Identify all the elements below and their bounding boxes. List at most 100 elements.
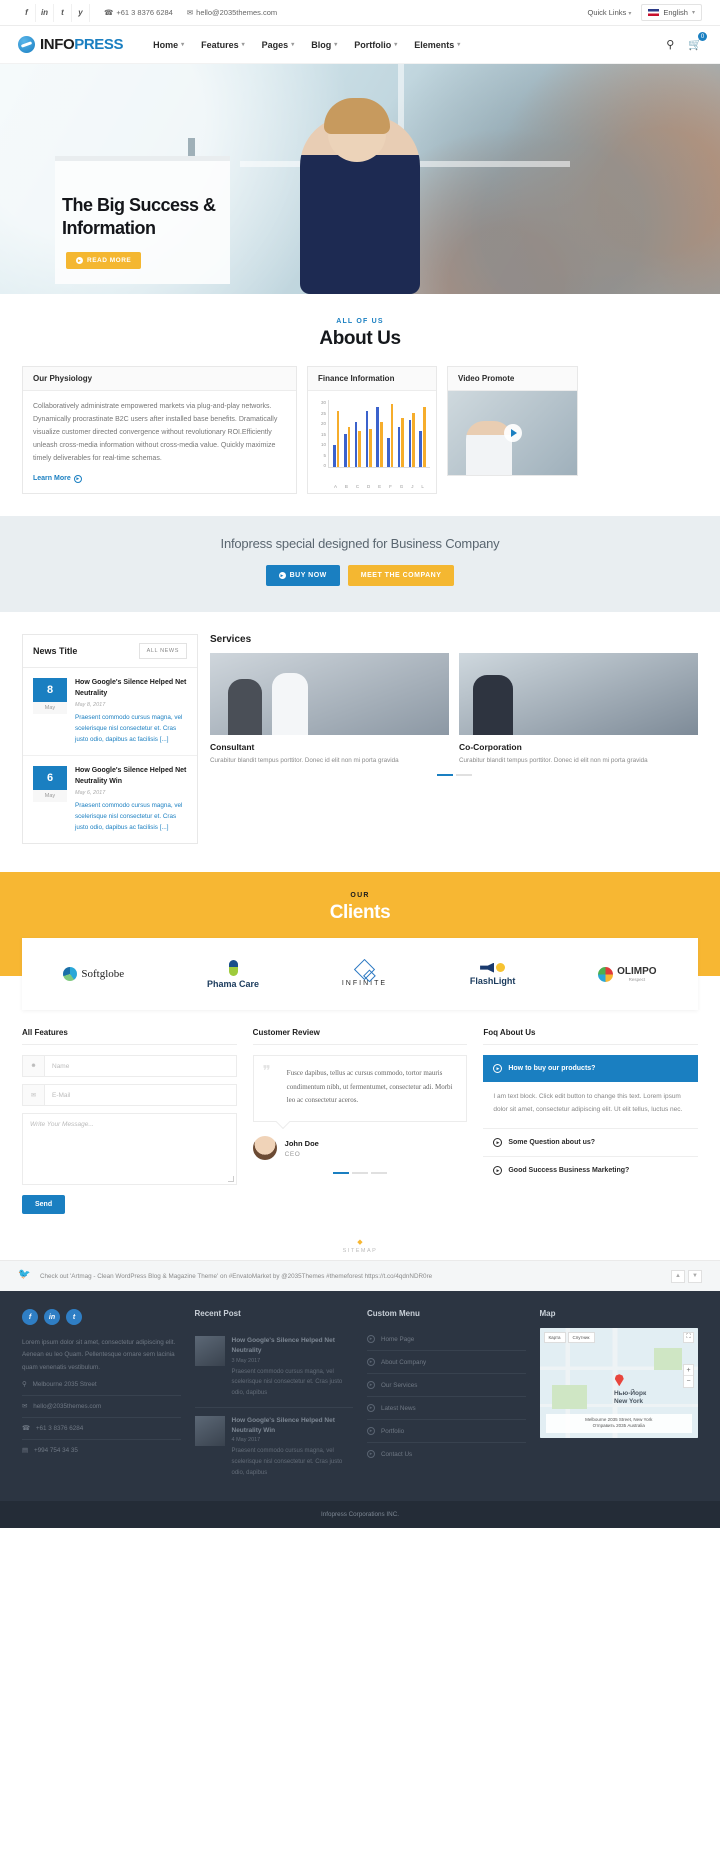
email-field[interactable]: ✉ E-Mail <box>22 1084 237 1107</box>
news-date: May 8, 2017 <box>75 702 106 708</box>
email-address: hello@2035themes.com <box>196 8 278 17</box>
chart-bar-group <box>376 400 383 467</box>
site-logo[interactable]: INFOPRESS <box>18 36 123 53</box>
news-headline[interactable]: How Google's Silence Helped Net Neutrali… <box>75 678 187 699</box>
carousel-dot-2[interactable] <box>352 1172 368 1175</box>
nav-item-portfolio[interactable]: Portfolio ▾ <box>354 40 397 50</box>
news-item[interactable]: 6 May How Google's Silence Helped Net Ne… <box>23 756 197 843</box>
quote-tail <box>275 1114 290 1130</box>
tweet-prev-button[interactable]: ▲ <box>671 1269 685 1283</box>
review-author-role: CEO <box>284 1150 301 1158</box>
footer-about-text: Lorem ipsum dolor sit amet, consectetur … <box>22 1339 176 1371</box>
footer-news-body: Praesent commodo cursus magna, vel scele… <box>231 1448 343 1477</box>
customer-review-heading: Customer Review <box>252 1028 468 1046</box>
linkedin-icon[interactable]: in <box>36 3 54 22</box>
language-label: English <box>663 8 688 17</box>
footer-menu-column: Custom Menu ▸ Home Page ▸ About Company ▸ O… <box>367 1309 526 1487</box>
instagram-icon[interactable]: in <box>44 1309 60 1326</box>
footer-menu-item[interactable]: ▸ Our Services <box>367 1374 526 1398</box>
all-news-button[interactable]: ALL NEWS <box>138 643 187 659</box>
message-textarea[interactable]: Write Your Message... <box>22 1113 237 1186</box>
video-thumbnail[interactable] <box>448 391 577 475</box>
carousel-dot-1[interactable] <box>436 774 453 777</box>
learn-more-link[interactable]: Learn More ▸ <box>33 474 286 483</box>
map-zoom-in-button[interactable]: + <box>684 1365 693 1377</box>
faq-item[interactable]: ▸ Some Question about us? <box>483 1129 699 1158</box>
footer-news-item[interactable]: How Google's Silence Helped Net Neutrali… <box>194 1328 353 1408</box>
buy-now-button[interactable]: ▸ BUY NOW <box>265 565 340 586</box>
footer-menu-item[interactable]: ▸ Home Page <box>367 1328 526 1352</box>
chart-bar <box>369 429 372 467</box>
message-placeholder: Write Your Message... <box>30 1121 94 1129</box>
chart-bar-group <box>344 400 351 467</box>
news-more-link[interactable]: [...] <box>160 736 169 743</box>
carousel-dot-2[interactable] <box>455 774 472 777</box>
map-city-label: Нью-Йорк New York <box>613 1389 647 1405</box>
read-more-button[interactable]: ▸ READ MORE <box>66 252 142 269</box>
chart-y-tick: 10 <box>320 442 326 447</box>
twitter-icon[interactable]: t <box>54 3 72 22</box>
globe-icon <box>63 967 78 982</box>
send-button[interactable]: Send <box>22 1195 66 1215</box>
footer-contact-text: +994 754 34 35 <box>33 1446 78 1454</box>
footer-menu-item[interactable]: ▸ Contact Us <box>367 1443 526 1465</box>
news-date: May 6, 2017 <box>75 790 106 797</box>
email-input[interactable]: E-Mail <box>45 1092 236 1099</box>
name-field[interactable]: ☻ Name <box>22 1055 237 1078</box>
sitemap-label[interactable]: SITEMAP <box>0 1248 720 1254</box>
hero-banner: The Big Success & Information ▸ READ MOR… <box>0 64 720 294</box>
footer-news-item[interactable]: How Google's Silence Helped Net Neutrali… <box>194 1408 354 1487</box>
meet-company-button[interactable]: MEET THE COMPANY <box>347 565 455 586</box>
page-root: f in t y ☎ +61 3 8376 6284 ✉ hello@2035t… <box>0 0 720 1528</box>
map-tab-map[interactable]: Карта <box>543 1332 566 1344</box>
youtube-icon[interactable]: y <box>72 3 90 22</box>
hero-person-photo <box>300 98 420 294</box>
about-eyebrow: ALL OF US <box>336 318 384 325</box>
nav-item-elements[interactable]: Elements ▾ <box>414 40 460 50</box>
footer-menu-item[interactable]: ▸ Portfolio <box>367 1420 526 1444</box>
map-fullscreen-button[interactable]: ⛶ <box>683 1332 694 1344</box>
carousel-dot-1[interactable] <box>333 1172 349 1175</box>
faq-item-open[interactable]: ▸ How to buy our products? <box>483 1055 699 1083</box>
name-input[interactable]: Name <box>45 1063 236 1070</box>
client-logo-infinite[interactable]: INFINITE <box>342 958 387 987</box>
client-logo-olimpo[interactable]: OLIMPO Respect <box>598 966 657 983</box>
facebook-icon[interactable]: f <box>18 3 36 22</box>
faq-item[interactable]: ▸ Good Success Business Marketing? <box>483 1157 698 1184</box>
map-tab-satellite[interactable]: Спутник <box>567 1332 595 1344</box>
carousel-dot-3[interactable] <box>371 1172 387 1175</box>
review-author-name: John Doe <box>284 1138 319 1148</box>
client-subtitle: Respect <box>628 977 646 983</box>
client-logo-phamacare[interactable]: Phama Care <box>207 959 259 989</box>
nav-item-pages[interactable]: Pages ▾ <box>262 40 295 50</box>
language-selector[interactable]: English ▾ <box>641 4 702 21</box>
news-headline[interactable]: How Google's Silence Helped Net Neutrali… <box>75 766 187 787</box>
cart-button[interactable]: 🛒 0 <box>688 32 707 51</box>
footer-menu-item[interactable]: ▸ About Company <box>367 1351 526 1375</box>
search-icon[interactable]: ⚲ <box>666 38 674 51</box>
service-card[interactable]: Consultant Curabitur blandit tempus port… <box>210 653 449 766</box>
chevron-down-icon: ▾ <box>457 42 461 48</box>
facebook-icon[interactable]: f <box>22 1309 38 1326</box>
nav-item-features[interactable]: Features ▾ <box>201 40 245 50</box>
twitter-icon[interactable]: t <box>66 1309 82 1326</box>
map-zoom-out-button[interactable]: − <box>684 1376 693 1387</box>
quick-links-menu[interactable]: Quick Links ▾ <box>588 8 632 17</box>
customer-review-column: Customer Review ❞ Fusce dapibus, tellus … <box>252 1028 468 1214</box>
client-logo-flashlight[interactable]: FlashLight <box>470 962 515 986</box>
map-widget[interactable]: Карта Спутник ⛶ Нью-Йорк New York + − Me… <box>539 1328 698 1439</box>
client-logo-softglobe[interactable]: Softglobe <box>63 967 124 982</box>
nav-item-home[interactable]: Home ▾ <box>153 40 184 50</box>
chart-bar-group <box>333 400 340 467</box>
service-card[interactable]: Co-Corporation Curabitur blandit tempus … <box>459 653 698 766</box>
tweet-next-button[interactable]: ▼ <box>688 1269 702 1283</box>
hero-title: The Big Success & Information <box>62 195 216 239</box>
service-desc: Curabitur blandit tempus porttitor. Done… <box>210 757 399 764</box>
news-month: May <box>33 702 67 714</box>
news-item[interactable]: 8 May How Google's Silence Helped Net Ne… <box>23 668 197 757</box>
news-more-link[interactable]: [...] <box>160 824 169 831</box>
nav-item-blog[interactable]: Blog ▾ <box>311 40 337 50</box>
play-icon[interactable] <box>503 424 522 442</box>
chart-bar <box>336 411 340 467</box>
footer-menu-item[interactable]: ▸ Latest News <box>367 1397 526 1421</box>
